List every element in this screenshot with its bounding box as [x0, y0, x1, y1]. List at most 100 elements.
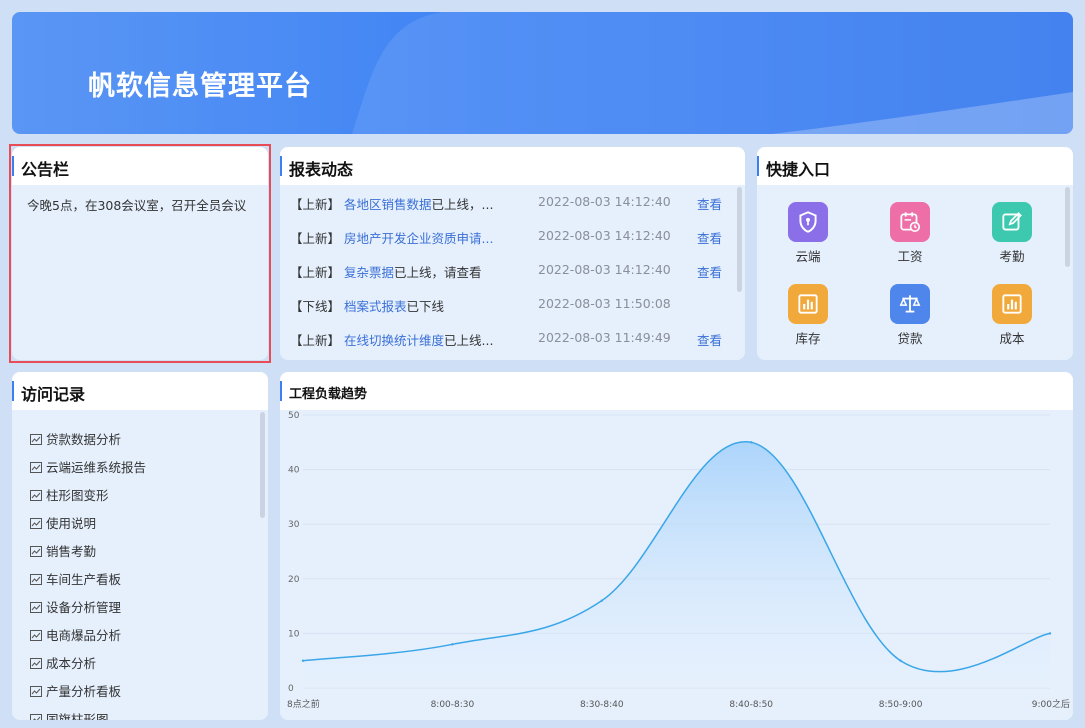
visit-item-label: 车间生产看板: [46, 572, 122, 587]
report-link[interactable]: 各地区销售数据: [344, 197, 432, 212]
visit-item-label: 国旗柱形图: [46, 712, 109, 720]
report-title-wrap: 在线切换统计维度已上线...: [344, 330, 493, 349]
reports-scrollbar[interactable]: [737, 187, 742, 292]
report-status-text: 已下线: [406, 299, 445, 314]
load-trend-chart: 0 10 20 30 40 50 8点之前 8:00-8:30 8:30-8:40 8:40-8:…: [280, 410, 1073, 720]
edit-icon: [992, 202, 1032, 242]
report-row: 【下线】 档案式报表已下线 2022-08-03 11:50:08: [290, 296, 730, 316]
notice-title: 公告栏: [21, 160, 70, 179]
view-report-link[interactable]: 查看: [697, 330, 722, 349]
report-title-wrap: 档案式报表已下线: [344, 296, 444, 315]
report-tag: 【上新】: [290, 231, 341, 246]
y-tick-label: 10: [288, 629, 300, 639]
bar-chart-icon: [788, 284, 828, 324]
line-chart-icon: [30, 713, 42, 720]
report-link[interactable]: 在线切换统计维度: [344, 333, 444, 348]
quick-item-label: 考勤: [999, 249, 1025, 264]
calendar-clock-icon: [890, 202, 930, 242]
line-chart-icon: [30, 601, 42, 613]
x-tick-label: 8:40-8:50: [729, 700, 773, 710]
bar-chart-icon: [992, 284, 1032, 324]
quick-item-edit[interactable]: 考勤: [982, 202, 1042, 266]
line-chart-icon: [30, 657, 42, 669]
visit-item[interactable]: 贷款数据分析: [30, 429, 121, 447]
quick-item-calendar-clock[interactable]: 工资: [880, 202, 940, 266]
report-title-wrap: 复杂票据已上线，请查看: [344, 262, 482, 281]
report-tag: 【下线】: [290, 299, 341, 314]
report-title-wrap: 各地区销售数据已上线，...: [344, 194, 493, 213]
report-link[interactable]: 档案式报表: [344, 299, 407, 314]
visit-item[interactable]: 电商爆品分析: [30, 625, 121, 643]
report-status-text: 已上线，...: [431, 197, 494, 212]
visit-item[interactable]: 车间生产看板: [30, 569, 121, 587]
quick-item-label: 云端: [795, 249, 821, 264]
view-report-link[interactable]: 查看: [697, 262, 722, 281]
visit-item-label: 产量分析看板: [46, 684, 122, 699]
line-chart-icon: [30, 489, 42, 501]
load-trend-panel: 工程负载趋势 0 10 20 30 40 50 8点之前 8:00-8:30 8:30-8:40…: [280, 372, 1073, 720]
visit-item-label: 销售考勤: [46, 544, 97, 559]
visit-item[interactable]: 销售考勤: [30, 541, 96, 559]
visits-title: 访问记录: [21, 385, 86, 404]
visit-item[interactable]: 国旗柱形图: [30, 709, 109, 720]
visit-item-label: 成本分析: [46, 656, 97, 671]
shield-icon: [788, 202, 828, 242]
report-tag: 【上新】: [290, 265, 341, 280]
report-status-text: 已上线，请查看: [394, 265, 482, 280]
visit-item-label: 使用说明: [46, 516, 97, 531]
reports-panel: 报表动态 【上新】 各地区销售数据已上线，... 2022-08-03 14:12:…: [280, 147, 745, 360]
quick-item-bar-chart[interactable]: 库存: [778, 284, 838, 348]
y-tick-label: 0: [288, 684, 294, 694]
visit-item-label: 云端运维系统报告: [46, 460, 147, 475]
visit-item-label: 电商爆品分析: [46, 628, 122, 643]
header-accent-bar: [757, 156, 759, 176]
x-tick-label: 9:00之后: [1032, 698, 1070, 710]
line-chart-icon: [30, 545, 42, 557]
data-point: [750, 441, 753, 444]
y-tick-label: 50: [288, 411, 300, 421]
visit-item[interactable]: 成本分析: [30, 653, 96, 671]
visit-item[interactable]: 柱形图变形: [30, 485, 109, 503]
x-tick-label: 8点之前: [287, 698, 320, 710]
report-link[interactable]: 房地产开发企业资质申请...: [344, 231, 493, 246]
quick-item-shield[interactable]: 云端: [778, 202, 838, 266]
notice-text: 今晚5点，在308会议室，召开全员会议: [27, 198, 247, 213]
header-banner: 帆软信息管理平台: [12, 12, 1073, 134]
line-chart-icon: [30, 517, 42, 529]
visit-item-label: 柱形图变形: [46, 488, 109, 503]
visit-item[interactable]: 使用说明: [30, 513, 96, 531]
data-point: [451, 643, 454, 646]
visits-scrollbar[interactable]: [260, 412, 265, 518]
notice-panel: 公告栏 今晚5点，在308会议室，召开全员会议: [12, 147, 268, 360]
quick-access-panel: 快捷入口 云端 工资 考勤库存 贷款 成本: [757, 147, 1073, 360]
report-time: 2022-08-03 11:50:08: [538, 296, 671, 311]
report-row: 【上新】 在线切换统计维度已上线... 2022-08-03 11:49:49 查看: [290, 330, 730, 350]
visit-item-label: 贷款数据分析: [46, 432, 122, 447]
line-chart-icon: [30, 461, 42, 473]
line-chart-icon: [30, 433, 42, 445]
header-accent-bar: [280, 156, 282, 176]
y-tick-label: 30: [288, 520, 300, 530]
quick-item-label: 成本: [999, 331, 1025, 346]
data-point: [899, 659, 902, 662]
quick-access-scrollbar[interactable]: [1065, 187, 1070, 267]
quick-access-title: 快捷入口: [766, 160, 831, 179]
quick-item-label: 工资: [897, 249, 923, 264]
data-point: [301, 659, 305, 662]
y-tick-label: 40: [288, 466, 300, 476]
report-link[interactable]: 复杂票据: [344, 265, 394, 280]
data-point: [600, 599, 603, 602]
visit-item-label: 设备分析管理: [46, 600, 122, 615]
header-accent-bar: [12, 381, 14, 401]
visit-item[interactable]: 产量分析看板: [30, 681, 121, 699]
visit-item[interactable]: 设备分析管理: [30, 597, 121, 615]
report-time: 2022-08-03 14:12:40: [538, 228, 671, 243]
quick-item-scale[interactable]: 贷款: [880, 284, 940, 348]
view-report-link[interactable]: 查看: [697, 228, 722, 247]
view-report-link[interactable]: 查看: [697, 194, 722, 213]
report-row: 【上新】 各地区销售数据已上线，... 2022-08-03 14:12:40 查看: [290, 194, 730, 214]
visit-item[interactable]: 云端运维系统报告: [30, 457, 146, 475]
quick-item-bar-chart[interactable]: 成本: [982, 284, 1042, 348]
report-tag: 【上新】: [290, 333, 341, 348]
platform-title: 帆软信息管理平台: [88, 71, 312, 102]
